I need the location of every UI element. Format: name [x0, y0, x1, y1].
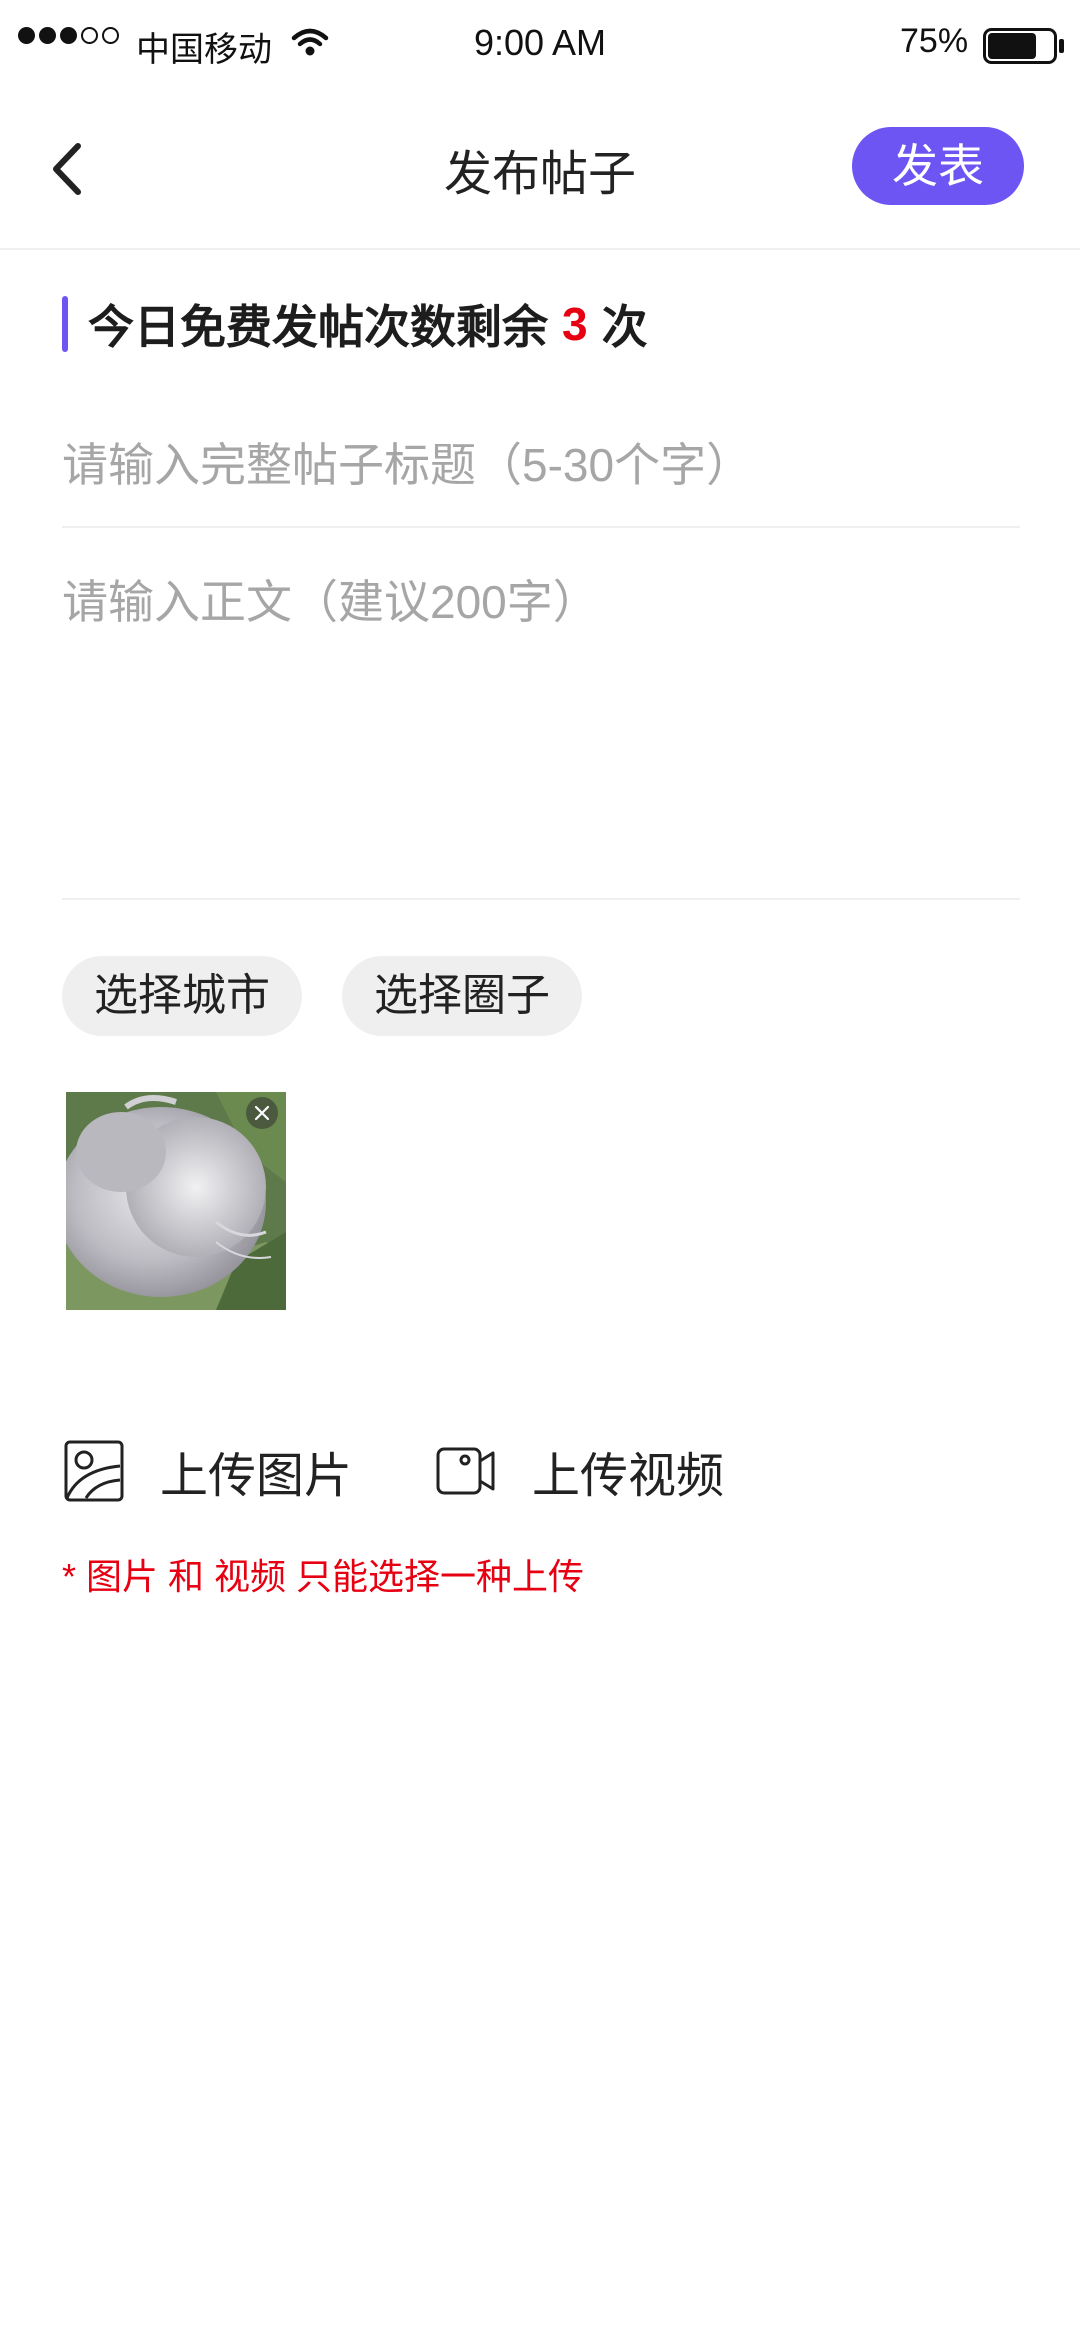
upload-video-button[interactable]: 上传视频 — [436, 1436, 724, 1506]
body-divider — [62, 898, 1020, 900]
select-circle-button[interactable]: 选择圈子 — [342, 956, 582, 1036]
close-icon — [254, 1105, 270, 1121]
upload-image-label: 上传图片 — [160, 1450, 353, 1503]
battery-icon — [983, 28, 1065, 69]
battery-percentage: 75% — [900, 22, 969, 60]
nav-bar: 发布帖子 发表 — [0, 94, 1080, 250]
quota-prefix: 今日免费发帖次数剩余 — [88, 301, 548, 353]
upload-video-label: 上传视频 — [532, 1450, 725, 1503]
quota-count: 3 — [562, 298, 588, 350]
post-title-input[interactable] — [62, 410, 1020, 520]
upload-restriction-note: * 图片 和 视频 只能选择一种上传 — [62, 1556, 585, 1597]
select-city-button[interactable]: 选择城市 — [62, 956, 302, 1036]
video-camera-icon — [436, 1447, 495, 1495]
quota-suffix: 次 — [601, 301, 648, 353]
publish-button[interactable]: 发表 — [852, 127, 1024, 205]
upload-image-button[interactable]: 上传图片 — [64, 1436, 352, 1506]
post-body-input[interactable] — [62, 566, 1020, 886]
daily-quota-banner: 今日免费发帖次数剩余 3 次 — [62, 296, 648, 353]
title-divider — [62, 526, 1020, 528]
remove-image-button[interactable] — [246, 1097, 278, 1129]
image-icon — [64, 1440, 124, 1502]
status-bar: 中国移动 9:00 AM 75% — [0, 0, 1080, 94]
accent-bar — [62, 296, 68, 352]
